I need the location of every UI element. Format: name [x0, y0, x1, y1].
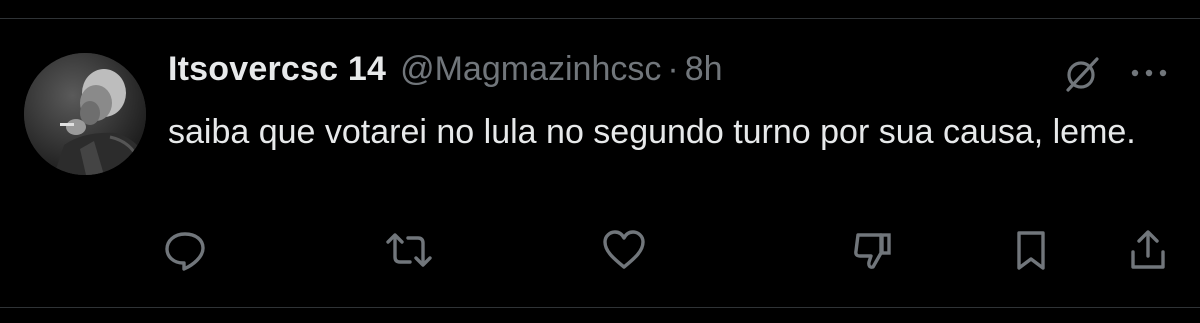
tweet-header: Itsovercsc 14 @Magmazinhcsc · 8h	[168, 50, 723, 96]
bookmark-button[interactable]	[1003, 222, 1059, 278]
separator-dot: ·	[667, 50, 679, 88]
bookmark-icon	[1017, 231, 1045, 270]
retweet-button[interactable]	[381, 222, 437, 278]
tweet-text: saiba que votarei no lula no segundo tur…	[168, 113, 1136, 151]
reply-button[interactable]	[157, 222, 213, 278]
avatar-photo-icon	[24, 53, 146, 175]
action-bar	[0, 222, 1200, 278]
avatar[interactable]	[24, 53, 146, 175]
user-handle[interactable]: @Magmazinhcsc	[400, 50, 661, 89]
reply-icon	[165, 232, 205, 271]
grok-icon[interactable]	[1062, 54, 1102, 94]
more-icon[interactable]	[1126, 56, 1172, 90]
like-button[interactable]	[596, 222, 652, 278]
like-icon	[603, 230, 645, 269]
tweet-screenshot: Itsovercsc 14 @Magmazinhcsc · 8h saiba q…	[0, 0, 1200, 323]
top-divider	[0, 18, 1200, 19]
dislike-icon	[854, 233, 891, 269]
display-name[interactable]: Itsovercsc 14	[168, 50, 386, 89]
share-icon	[1131, 230, 1165, 269]
share-button[interactable]	[1120, 222, 1176, 278]
retweet-icon	[386, 233, 432, 267]
dislike-button[interactable]	[844, 222, 900, 278]
bottom-divider	[0, 307, 1200, 308]
timestamp[interactable]: 8h	[685, 50, 723, 89]
